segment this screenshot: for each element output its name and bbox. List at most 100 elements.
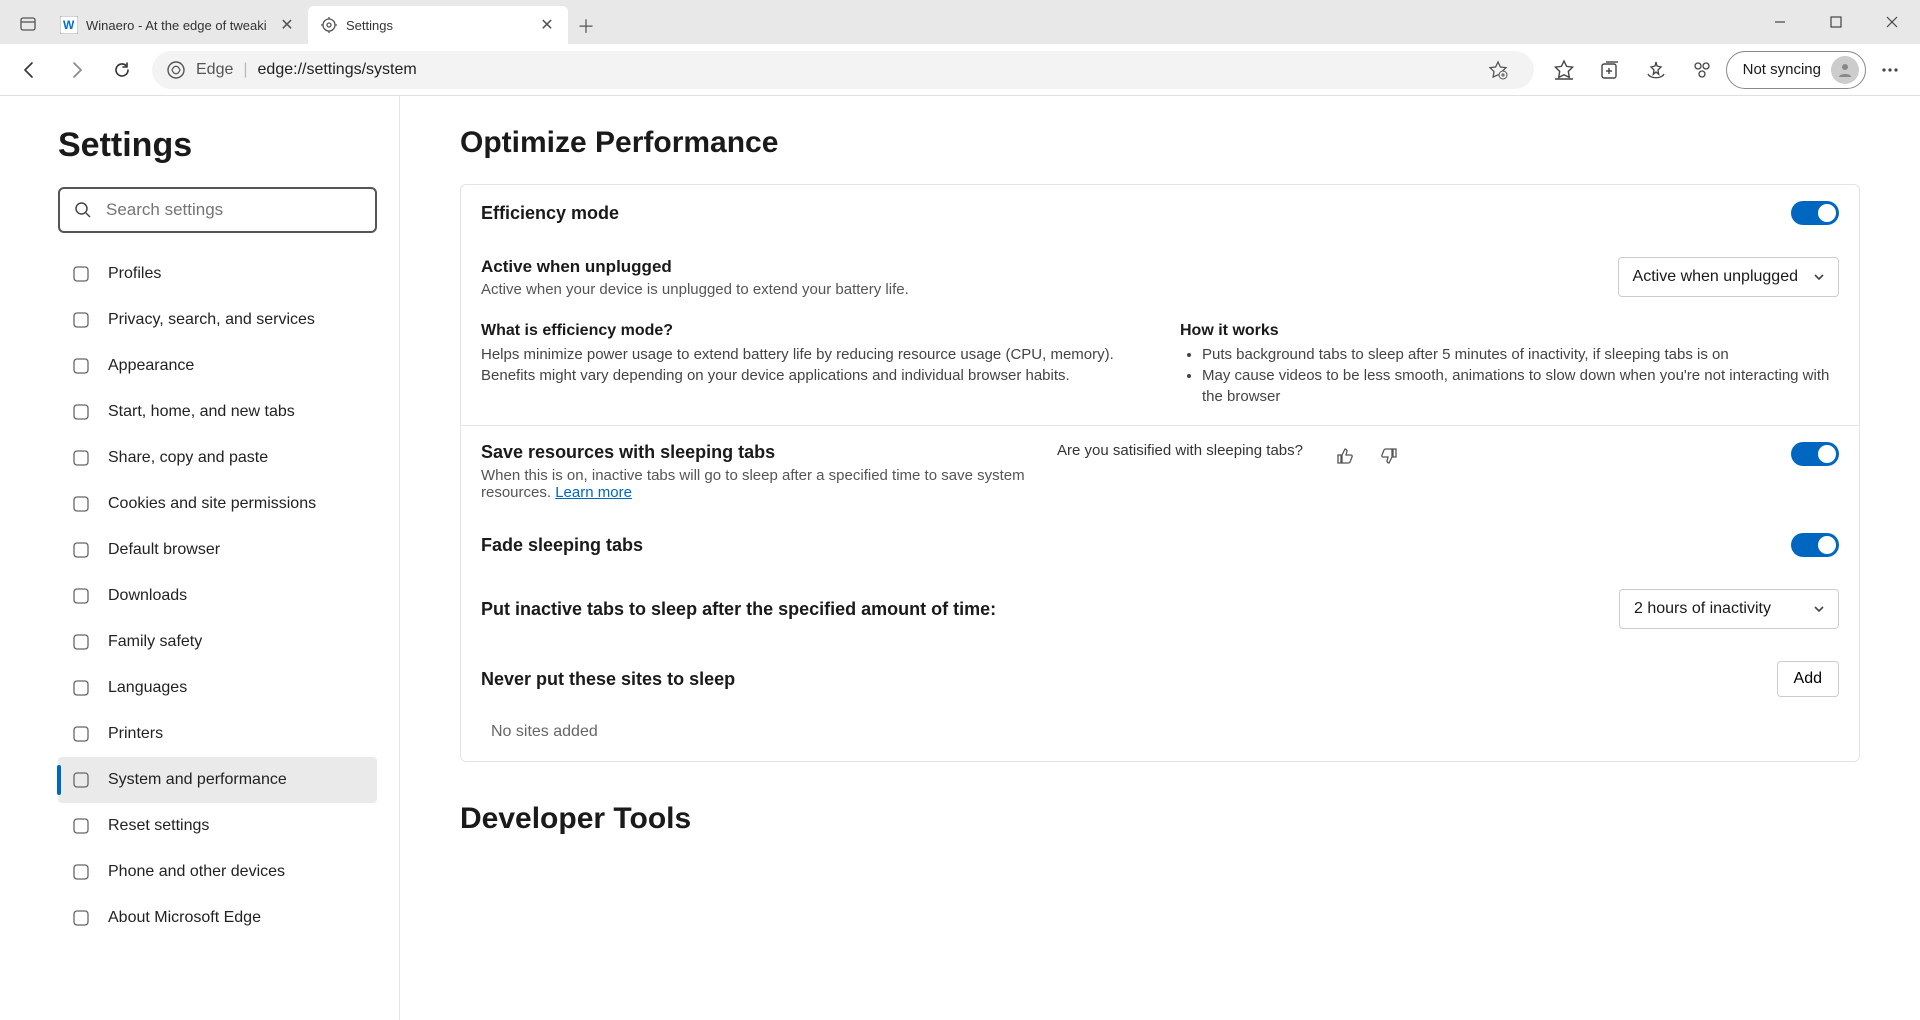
sidebar-item-label: Reset settings <box>108 817 209 835</box>
sidebar-item-privacy-search-and-services[interactable]: Privacy, search, and services <box>58 297 377 343</box>
close-icon[interactable]: ✕ <box>278 16 296 34</box>
tab-well: W Winaero - At the edge of tweaki ✕ Sett… <box>0 0 604 44</box>
forward-button[interactable] <box>54 48 98 92</box>
search-icon <box>74 201 92 219</box>
how-works-bullet: May cause videos to be less smooth, anim… <box>1202 365 1839 407</box>
nav-icon <box>70 677 92 699</box>
window-controls <box>1752 3 1920 41</box>
efficiency-mode-select[interactable]: Active when unplugged <box>1618 257 1839 297</box>
sidebar-item-languages[interactable]: Languages <box>58 665 377 711</box>
no-sites-text: No sites added <box>461 713 1859 761</box>
chevron-down-icon <box>1812 270 1826 284</box>
sidebar-item-reset-settings[interactable]: Reset settings <box>58 803 377 849</box>
settings-content: Optimize Performance Efficiency mode Act… <box>400 96 1920 1020</box>
new-tab-button[interactable]: ＋ <box>568 8 604 44</box>
sidebar-item-label: Privacy, search, and services <box>108 311 315 329</box>
chevron-down-icon <box>1812 602 1826 616</box>
settings-title: Settings <box>58 126 377 165</box>
settings-search[interactable] <box>58 187 377 233</box>
avatar-icon <box>1831 56 1859 84</box>
performance-card: Efficiency mode Active when unplugged Ac… <box>460 184 1860 762</box>
favorite-button[interactable] <box>1476 48 1520 92</box>
sidebar-item-about-microsoft-edge[interactable]: About Microsoft Edge <box>58 895 377 941</box>
sidebar-item-label: Cookies and site permissions <box>108 495 316 513</box>
favorites-button[interactable] <box>1542 48 1586 92</box>
close-icon[interactable]: ✕ <box>538 16 556 34</box>
maximize-button[interactable] <box>1808 3 1864 41</box>
back-button[interactable] <box>8 48 52 92</box>
efficiency-subtitle: Active when unplugged <box>481 257 1602 277</box>
tab-settings[interactable]: Settings ✕ <box>308 6 568 44</box>
tab-actions-icon <box>20 16 36 32</box>
sidebar-item-label: About Microsoft Edge <box>108 909 261 927</box>
address-scheme: Edge <box>196 61 233 79</box>
address-separator: | <box>243 61 247 79</box>
minimize-button[interactable] <box>1752 3 1808 41</box>
nav-icon <box>70 585 92 607</box>
sidebar-item-label: Languages <box>108 679 187 697</box>
performance-button[interactable] <box>1634 48 1678 92</box>
fade-tabs-title: Fade sleeping tabs <box>481 535 643 556</box>
tab-title: Settings <box>346 18 530 33</box>
sync-label: Not syncing <box>1743 61 1821 78</box>
sleep-timeout-select[interactable]: 2 hours of inactivity <box>1619 589 1839 629</box>
sidebar-item-label: Printers <box>108 725 163 743</box>
what-is-desc: Helps minimize power usage to extend bat… <box>481 344 1140 386</box>
nav-icon <box>70 631 92 653</box>
tab-actions-button[interactable] <box>8 4 48 44</box>
fade-tabs-toggle[interactable] <box>1791 533 1839 557</box>
nav-icon <box>70 769 92 791</box>
sidebar-item-phone-and-other-devices[interactable]: Phone and other devices <box>58 849 377 895</box>
sidebar-item-cookies-and-site-permissions[interactable]: Cookies and site permissions <box>58 481 377 527</box>
sidebar-item-label: Downloads <box>108 587 187 605</box>
sidebar-item-start-home-and-new-tabs[interactable]: Start, home, and new tabs <box>58 389 377 435</box>
favicon-settings <box>320 16 338 34</box>
sidebar-item-system-and-performance[interactable]: System and performance <box>58 757 377 803</box>
sidebar-item-default-browser[interactable]: Default browser <box>58 527 377 573</box>
sidebar-item-appearance[interactable]: Appearance <box>58 343 377 389</box>
sidebar-item-label: Default browser <box>108 541 220 559</box>
sidebar-item-profiles[interactable]: Profiles <box>58 251 377 297</box>
learn-more-link[interactable]: Learn more <box>555 484 632 501</box>
section-heading: Optimize Performance <box>460 126 1860 160</box>
sidebar-item-family-safety[interactable]: Family safety <box>58 619 377 665</box>
menu-button[interactable] <box>1868 48 1912 92</box>
sleeping-tabs-desc: When this is on, inactive tabs will go t… <box>481 467 1041 501</box>
profile-sync-button[interactable]: Not syncing <box>1726 51 1866 89</box>
sidebar-item-label: Share, copy and paste <box>108 449 268 467</box>
search-input[interactable] <box>106 200 361 220</box>
nav-icon <box>70 493 92 515</box>
refresh-button[interactable] <box>100 48 144 92</box>
nav-icon <box>70 539 92 561</box>
sidebar-item-label: Profiles <box>108 265 161 283</box>
address-bar[interactable]: Edge | edge://settings/system <box>152 51 1534 89</box>
sidebar-item-share-copy-and-paste[interactable]: Share, copy and paste <box>58 435 377 481</box>
collections-button[interactable] <box>1588 48 1632 92</box>
sleeping-tabs-toggle[interactable] <box>1791 442 1839 466</box>
close-window-button[interactable] <box>1864 3 1920 41</box>
site-identity-icon <box>166 60 186 80</box>
favicon-winaero: W <box>60 16 78 34</box>
sleeping-tabs-title: Save resources with sleeping tabs <box>481 442 1041 463</box>
select-value: Active when unplugged <box>1633 268 1798 286</box>
extensions-button[interactable] <box>1680 48 1724 92</box>
efficiency-mode-toggle[interactable] <box>1791 201 1839 225</box>
what-is-title: What is efficiency mode? <box>481 322 1140 340</box>
settings-nav: Profiles Privacy, search, and services App… <box>58 251 377 941</box>
titlebar: W Winaero - At the edge of tweaki ✕ Sett… <box>0 0 1920 44</box>
sidebar-item-label: System and performance <box>108 771 287 789</box>
sidebar-item-printers[interactable]: Printers <box>58 711 377 757</box>
tab-winaero[interactable]: W Winaero - At the edge of tweaki ✕ <box>48 6 308 44</box>
nav-icon <box>70 355 92 377</box>
sidebar-item-label: Family safety <box>108 633 202 651</box>
nav-icon <box>70 723 92 745</box>
section-heading-devtools: Developer Tools <box>460 802 1860 836</box>
how-works-bullet: Puts background tabs to sleep after 5 mi… <box>1202 344 1839 365</box>
thumbs-up-button[interactable] <box>1331 442 1359 470</box>
tab-title: Winaero - At the edge of tweaki <box>86 18 270 33</box>
settings-page: Settings Profiles Privacy, search, and se… <box>0 96 1920 1020</box>
add-site-button[interactable]: Add <box>1777 661 1839 697</box>
nav-icon <box>70 907 92 929</box>
thumbs-down-button[interactable] <box>1375 442 1403 470</box>
sidebar-item-downloads[interactable]: Downloads <box>58 573 377 619</box>
